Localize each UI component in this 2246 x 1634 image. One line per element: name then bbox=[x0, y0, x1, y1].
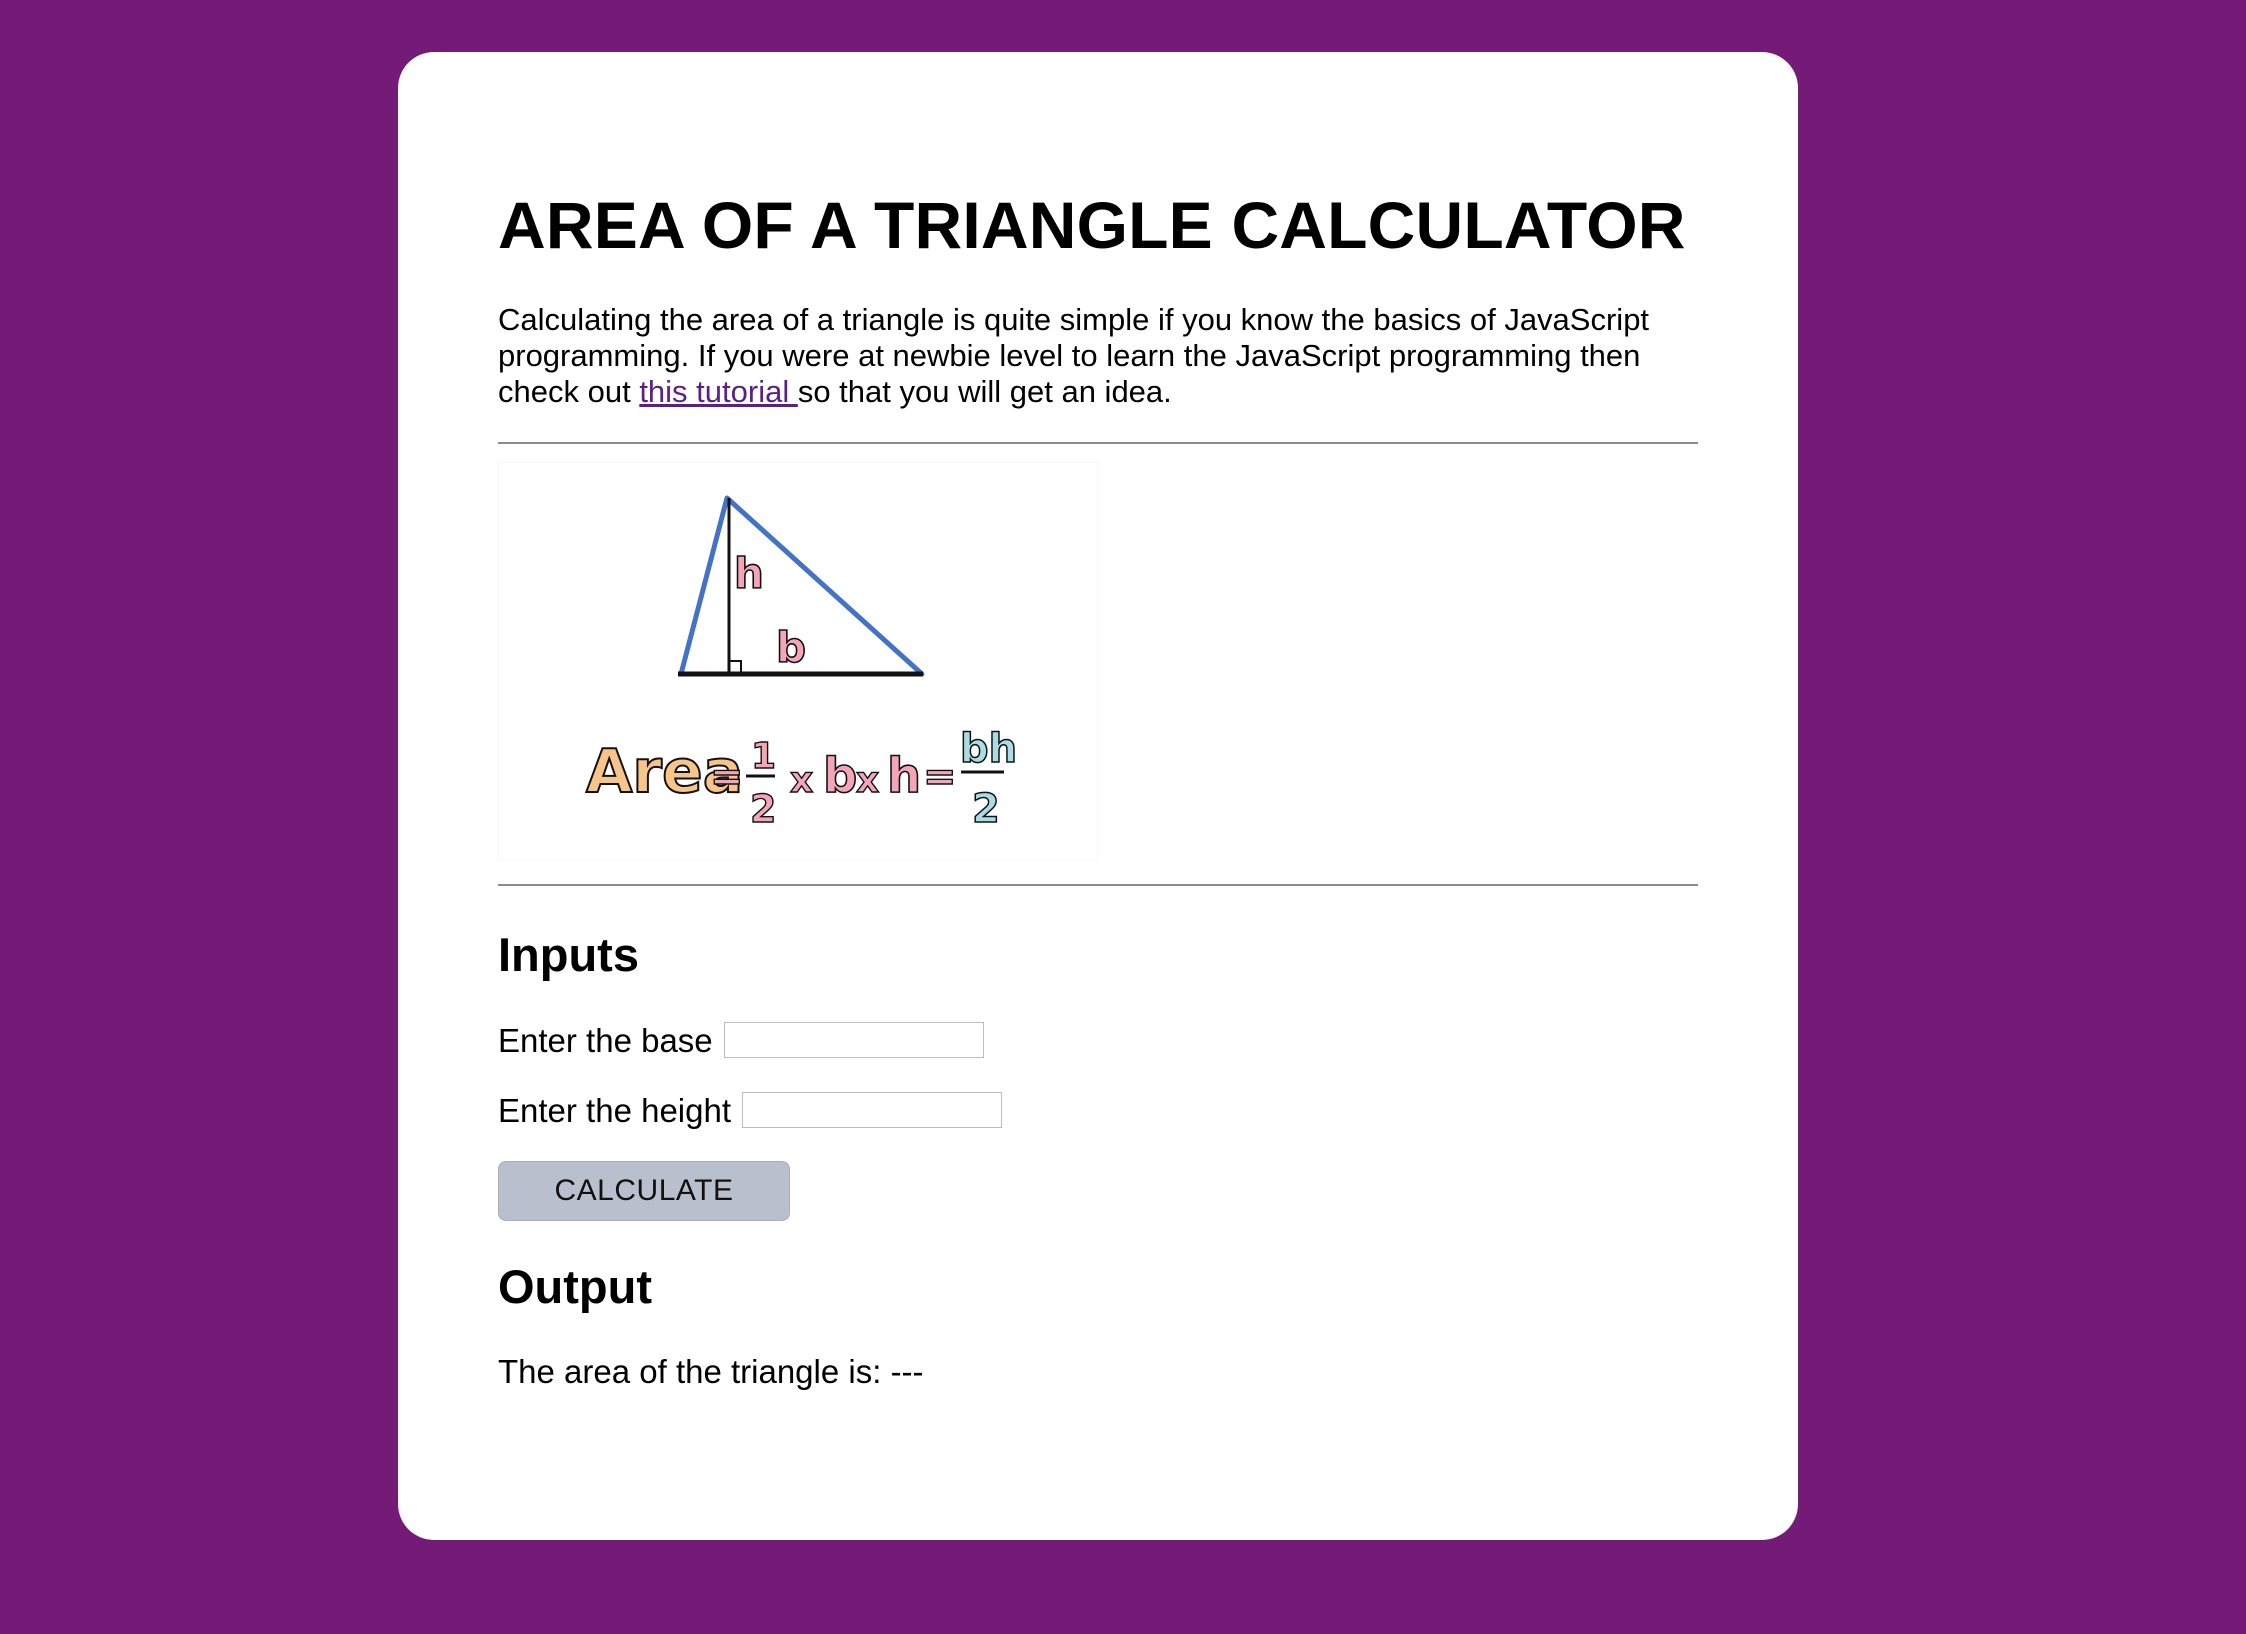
intro-text-after: so that you will get an idea. bbox=[797, 374, 1172, 409]
calculator-card: AREA OF A TRIANGLE CALCULATOR Calculatin… bbox=[398, 52, 1798, 1540]
result-line: The area of the triangle is: --- bbox=[498, 1355, 1698, 1388]
formula-times-1: x bbox=[790, 760, 813, 801]
formula-result-denominator: 2 bbox=[972, 786, 1000, 832]
divider-bottom bbox=[498, 884, 1698, 886]
base-label: b bbox=[776, 623, 806, 672]
formula-result-numerator: bh bbox=[960, 726, 1017, 772]
base-input[interactable] bbox=[723, 1022, 984, 1058]
formula-half-numerator: 1 bbox=[751, 736, 776, 777]
result-label: The area of the triangle is: bbox=[498, 1353, 891, 1390]
formula-half-denominator: 2 bbox=[750, 787, 776, 831]
result-value: --- bbox=[890, 1353, 924, 1390]
height-input[interactable] bbox=[742, 1092, 1002, 1128]
base-label: Enter the base bbox=[498, 1021, 713, 1059]
base-field-row: Enter the base bbox=[498, 1022, 1698, 1058]
triangle-area-illustration: h b Area = 1 2 x b x h = bh 2 bbox=[498, 462, 1098, 860]
height-label: Enter the height bbox=[498, 1091, 731, 1129]
tutorial-link[interactable]: this tutorial bbox=[639, 374, 798, 409]
intro-paragraph: Calculating the area of a triangle is qu… bbox=[498, 302, 1698, 410]
formula-equals-2: = bbox=[923, 754, 957, 800]
calculate-button[interactable]: CALCULATE bbox=[498, 1161, 790, 1221]
divider-top bbox=[498, 442, 1698, 444]
height-label: h bbox=[734, 549, 764, 598]
formula-b: b bbox=[823, 748, 857, 804]
output-heading: Output bbox=[498, 1260, 652, 1313]
height-field-row: Enter the height bbox=[498, 1092, 1698, 1128]
page-title: AREA OF A TRIANGLE CALCULATOR bbox=[498, 188, 1686, 262]
inputs-heading: Inputs bbox=[498, 928, 639, 981]
formula-equals-1: = bbox=[710, 754, 744, 800]
formula-h: h bbox=[887, 748, 921, 804]
formula-times-2: x bbox=[856, 760, 879, 801]
